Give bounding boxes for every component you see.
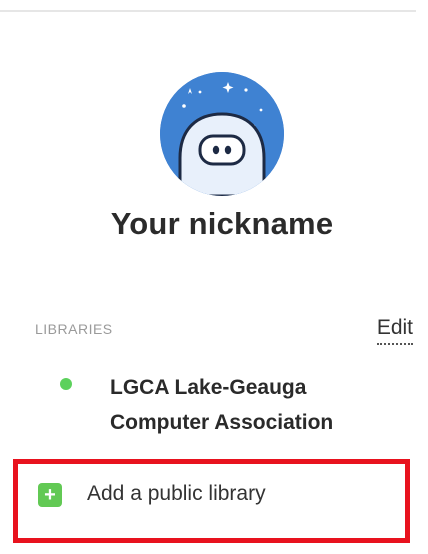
plus-icon: + (38, 483, 62, 507)
profile-panel: Your nickname LIBRARIES Edit LGCA Lake-G… (0, 0, 428, 554)
library-item-lgca[interactable]: LGCA Lake-Geauga Computer Association (60, 370, 400, 450)
add-library-label: Add a public library (87, 482, 266, 505)
library-name: LGCA Lake-Geauga Computer Association (110, 376, 334, 434)
nickname: Your nickname (110, 206, 334, 241)
robot-avatar-icon (160, 72, 284, 196)
edit-link[interactable]: Edit (376, 316, 413, 345)
add-public-library-button[interactable]: + Add a public library (38, 479, 378, 515)
top-divider (0, 10, 416, 12)
libraries-label: LIBRARIES (35, 321, 113, 337)
online-status-dot (60, 378, 72, 390)
libraries-header: LIBRARIES Edit (35, 316, 417, 358)
